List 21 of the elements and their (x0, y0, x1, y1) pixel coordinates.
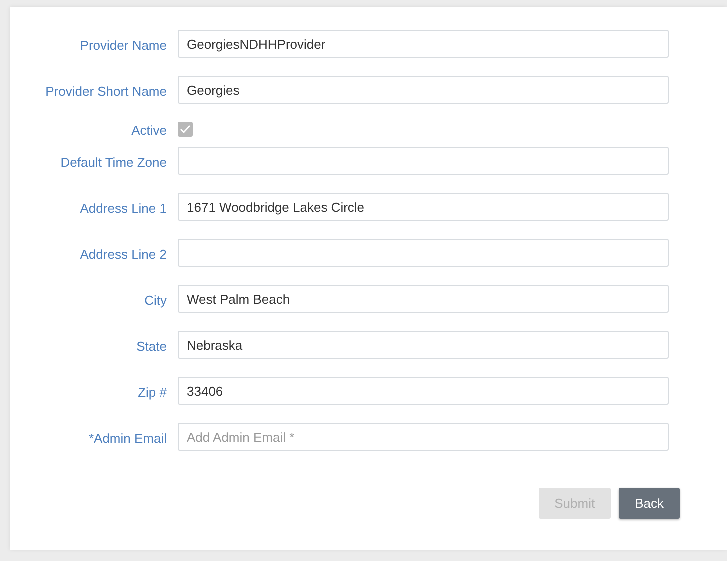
text-field[interactable]: West Palm Beach (178, 285, 669, 313)
field-label: Provider Short Name (46, 82, 167, 101)
text-field[interactable]: Georgies (178, 76, 669, 104)
text-field[interactable]: Nebraska (178, 331, 669, 359)
text-field[interactable] (178, 239, 669, 267)
back-button[interactable]: Back (619, 488, 680, 519)
text-field[interactable]: 33406 (178, 377, 669, 405)
field-label: Address Line 2 (80, 246, 167, 264)
text-field[interactable]: Add Admin Email * (178, 423, 669, 451)
field-label: Default Time Zone (60, 154, 167, 172)
field-label: Address Line 1 (80, 200, 167, 218)
checkmark-icon (180, 124, 191, 134)
text-field[interactable]: 1671 Woodbridge Lakes Circle (178, 193, 669, 221)
field-label: State (136, 338, 167, 356)
text-field[interactable]: GeorgiesNDHHProvider (178, 30, 669, 58)
field-label: Active (132, 122, 167, 140)
field-label: Provider Name (80, 36, 167, 55)
field-label: City (144, 292, 167, 310)
field-label: *Admin Email (88, 430, 167, 448)
text-field[interactable] (178, 147, 669, 175)
field-label: Zip # (138, 384, 167, 402)
